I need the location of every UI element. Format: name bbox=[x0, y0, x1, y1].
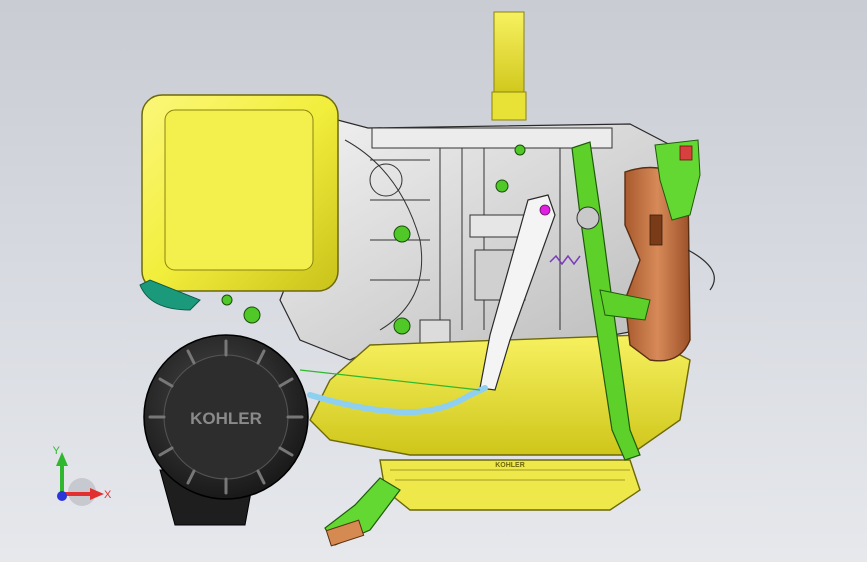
oil-pan-brand: KOHLER bbox=[495, 462, 525, 469]
fuel-fitting bbox=[419, 319, 451, 346]
arm-pivot-marker bbox=[539, 204, 551, 216]
lever-pivot bbox=[576, 206, 600, 230]
axis-y-label: Y bbox=[53, 445, 61, 457]
stop-switch[interactable] bbox=[679, 145, 693, 161]
engine-assembly-drawing[interactable]: KOHLER KOHLER Y X bbox=[0, 0, 867, 562]
axis-x-label: X bbox=[104, 489, 112, 501]
valve-cover-top bbox=[371, 127, 613, 149]
oil-fill-tube[interactable] bbox=[491, 11, 527, 121]
xyz-axis-triad-icon: Y X bbox=[53, 445, 112, 506]
air-cleaner[interactable]: KOHLER bbox=[143, 334, 309, 526]
fuel-tank[interactable] bbox=[141, 94, 339, 292]
oil-drain-spout[interactable] bbox=[324, 477, 401, 547]
air-cleaner-brand-label: KOHLER bbox=[190, 409, 262, 428]
wire-lead bbox=[687, 249, 715, 291]
cad-model-viewport[interactable]: KOHLER KOHLER Y X bbox=[0, 0, 867, 562]
